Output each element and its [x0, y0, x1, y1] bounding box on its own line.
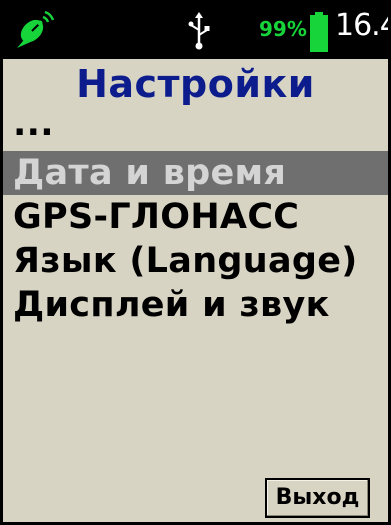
- status-bar: 99% 16.40: [3, 3, 388, 59]
- battery-percent: 99%: [259, 17, 307, 41]
- battery-icon: [310, 12, 328, 52]
- page-title: Настройки: [76, 62, 315, 106]
- menu-item-display-sound[interactable]: Дисплей и звук: [3, 283, 388, 327]
- menu-item-back[interactable]: ...: [3, 107, 388, 151]
- clock: 16.40: [335, 8, 388, 43]
- usb-icon: [188, 12, 210, 50]
- satellite-dish-icon: [15, 10, 55, 50]
- menu-item-language[interactable]: Язык (Language): [3, 239, 388, 283]
- menu-item-date-time[interactable]: Дата и время: [3, 151, 388, 195]
- settings-menu: ... Дата и время GPS-ГЛОНАСС Язык (Langu…: [3, 107, 388, 327]
- menu-item-gps-glonass[interactable]: GPS-ГЛОНАСС: [3, 195, 388, 239]
- device-screen: 99% 16.40 Настройки ... Дата и время GPS…: [0, 0, 391, 525]
- exit-button[interactable]: Выход: [265, 478, 370, 518]
